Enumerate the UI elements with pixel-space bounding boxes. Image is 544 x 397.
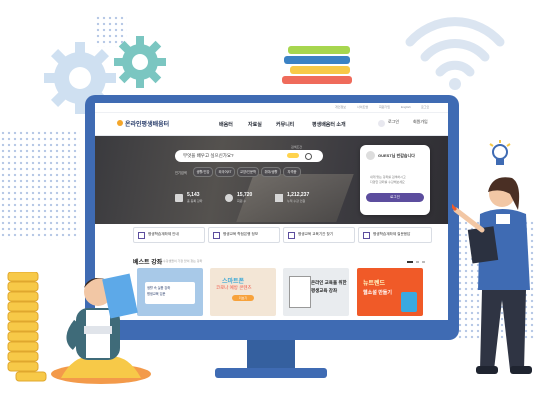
- login-greeting: GUEST님 반갑습니다: [378, 153, 415, 158]
- course-card[interactable]: 뉴트렌드 웹소설 만들기: [357, 268, 423, 316]
- join-link[interactable]: 회원가입: [413, 119, 428, 125]
- stat-icon-courses: [175, 194, 183, 202]
- hero-banner: 무엇을 배우고 싶으신가요? 검색조건 인기검색 생활/건강 외국어/IT 교양…: [95, 136, 448, 224]
- stat-label: 누적 수강 인원: [287, 199, 306, 203]
- course-title: 코로나 예방 콘텐츠: [216, 285, 252, 290]
- stat-label: 총 등록 강좌: [187, 199, 203, 203]
- quick-link[interactable]: 평생교육 교육기관 찾기: [283, 227, 355, 243]
- monitor-neck: [247, 340, 295, 370]
- topbar-link[interactable]: English: [401, 105, 411, 109]
- utility-bar: 개인정보 사이트맵 회원가입 English 로그인: [95, 103, 448, 113]
- topbar-link[interactable]: 사이트맵: [357, 105, 368, 109]
- stat-value: 15,720: [237, 192, 253, 198]
- book-stack-icon: [282, 46, 358, 96]
- login-card: GUEST님 반갑습니다 내게 맞는 강좌를 검색하시고 다양한 강좌를 수강해…: [360, 145, 430, 215]
- dot-pattern-top: [95, 15, 127, 47]
- quick-link[interactable]: 평생교육 학점은행 정보: [208, 227, 280, 243]
- quick-link[interactable]: 평생학습계좌제 질문응답: [358, 227, 432, 243]
- keyword-chip[interactable]: 자격증: [283, 167, 301, 177]
- course-more-button[interactable]: 더보기: [232, 295, 254, 301]
- site-logo[interactable]: 온라인평생배움터: [125, 119, 169, 128]
- monitor-base: [215, 368, 327, 378]
- nav-item-community[interactable]: 커뮤니티: [276, 121, 294, 128]
- login-desc: 내게 맞는 강좌를 검색하시고: [370, 175, 406, 179]
- course-card[interactable]: 온라인 교육을 위한 평생교육 강좌: [283, 268, 349, 316]
- topbar-link[interactable]: 개인정보: [335, 105, 346, 109]
- best-title: 베스트 강좌: [133, 260, 163, 266]
- nav-item-about[interactable]: 평생배움터 소개: [312, 121, 346, 128]
- lightbulb-icon: [488, 140, 512, 172]
- course-title: 뉴트렌드: [363, 281, 386, 287]
- keyword-chip[interactable]: 생활/건강: [193, 167, 213, 177]
- dot-pattern-left: [0, 130, 80, 240]
- stat-icon-members: [225, 194, 233, 202]
- quick-link-label: 평생학습계좌제 안내: [148, 232, 179, 236]
- stat-value: 1,212,237: [287, 192, 310, 198]
- topbar-link[interactable]: 회원가입: [379, 105, 390, 109]
- course-title: 평생교육 강좌: [311, 288, 338, 293]
- best-subtitle: 수강생들이 가장 많이 찾는 강좌: [163, 259, 203, 263]
- course-card[interactable]: 스마트폰 코로나 예방 콘텐츠 더보기: [210, 268, 276, 316]
- search-input[interactable]: 무엇을 배우고 싶으신가요?: [175, 150, 323, 162]
- book-icon: [363, 232, 370, 239]
- course-title: 스마트폰: [222, 279, 245, 285]
- search-submit-icon[interactable]: [305, 153, 312, 160]
- course-title: 웹소설 만들기: [363, 290, 392, 296]
- stat-value: 5,143: [187, 192, 200, 198]
- chips-label: 인기검색: [175, 171, 187, 175]
- teacher-illustration: [448, 170, 544, 392]
- keyword-chip[interactable]: 외국어/IT: [215, 167, 235, 177]
- course-title: 온라인 교육을 위한: [311, 280, 347, 285]
- search-icon[interactable]: [378, 120, 385, 127]
- quick-link-label: 평생교육 교육기관 찾기: [298, 232, 334, 236]
- student-illustration: [46, 268, 156, 388]
- login-desc: 다양한 강좌를 수강해보세요: [370, 180, 405, 184]
- coin-stack-icon: [6, 271, 48, 382]
- nav-item-archive[interactable]: 자료실: [248, 121, 262, 128]
- quick-link-label: 평생학습계좌제 질문응답: [373, 232, 411, 236]
- login-button[interactable]: 로그인: [366, 193, 424, 202]
- wifi-icon: [400, 2, 510, 92]
- search-placeholder: 무엇을 배우고 싶으신가요?: [183, 153, 234, 158]
- doc-icon: [138, 232, 145, 239]
- search-toggle[interactable]: [287, 153, 299, 158]
- quick-link-label: 평생교육 학점은행 정보: [223, 232, 259, 236]
- avatar-icon: [366, 151, 375, 160]
- login-link[interactable]: 로그인: [388, 119, 399, 125]
- keyword-chip[interactable]: 취미/생활: [261, 167, 281, 177]
- search-toggle-label: 검색조건: [291, 145, 303, 149]
- notebook-photo: [236, 174, 354, 222]
- nav-item-learning[interactable]: 배움터: [219, 121, 233, 128]
- stat-label: 회원 수: [237, 199, 247, 203]
- main-nav: 온라인평생배움터 배움터 자료실 커뮤니티 평생배움터 소개 로그인 회원가입: [95, 113, 448, 136]
- pencil-icon: [213, 232, 220, 239]
- topbar-link[interactable]: 로그인: [421, 105, 429, 109]
- stat-icon-chart: [275, 194, 283, 202]
- keyword-chip[interactable]: 교양/인문학: [237, 167, 259, 177]
- quick-link[interactable]: 평생학습계좌제 안내: [133, 227, 205, 243]
- site-logo-icon[interactable]: [117, 120, 123, 126]
- carousel-dots[interactable]: [407, 261, 431, 264]
- building-icon: [288, 232, 295, 239]
